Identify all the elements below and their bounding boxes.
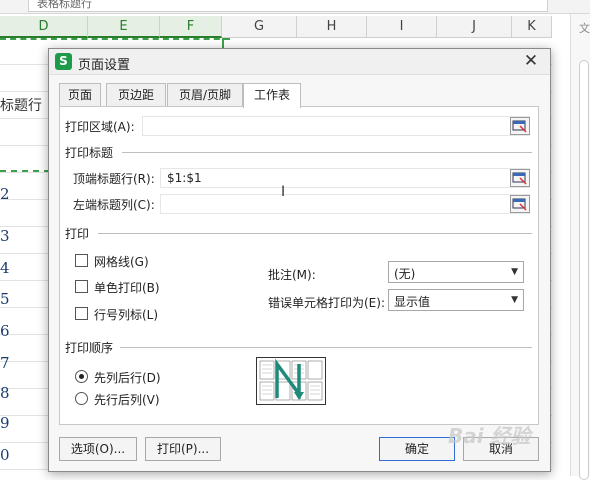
- row-number[interactable]: 4: [0, 259, 12, 277]
- print-title-border-top: [0, 38, 230, 40]
- cell-errors-select[interactable]: 显示值 ▼: [388, 289, 524, 311]
- chevron-down-icon: ▼: [511, 267, 518, 277]
- mono-print-checkbox[interactable]: [75, 280, 88, 293]
- text-cursor-icon: I: [281, 184, 286, 200]
- close-icon[interactable]: ✕: [522, 52, 540, 70]
- print-area-collapse-button[interactable]: [510, 117, 530, 135]
- row-number[interactable]: 6: [0, 322, 12, 340]
- cell-errors-value: 显示值: [394, 295, 431, 309]
- left-cols-collapse-button[interactable]: [510, 195, 530, 213]
- formula-bar: 表格标题行: [0, 0, 590, 14]
- row-number[interactable]: 0: [0, 446, 12, 464]
- row-number[interactable]: 5: [0, 290, 12, 308]
- cell-errors-label: 错误单元格打印为(E):: [268, 296, 385, 310]
- row-number[interactable]: 2: [0, 185, 12, 203]
- left-cols-label: 左端标题列(C):: [73, 198, 155, 212]
- page-order-preview-icon: [256, 357, 326, 405]
- task-pane-scrollbar[interactable]: [579, 60, 589, 480]
- row-number[interactable]: 9: [0, 414, 12, 432]
- page-order-section-label: 打印顺序: [65, 341, 114, 355]
- down-then-over-label: 先列后行(D): [94, 371, 161, 385]
- row-number[interactable]: 3: [0, 227, 12, 245]
- comments-select[interactable]: (无) ▼: [388, 261, 524, 283]
- tab-sheet[interactable]: 工作表: [243, 83, 301, 108]
- task-pane: 文: [570, 14, 590, 480]
- column-header-e[interactable]: E: [88, 16, 160, 38]
- tab-margins[interactable]: 页边距: [106, 83, 166, 107]
- divider: [98, 233, 532, 234]
- top-rows-collapse-button[interactable]: [510, 169, 530, 187]
- print-titles-section-label: 打印标题: [65, 146, 114, 160]
- range-select-icon: [512, 198, 527, 211]
- baidu-watermark: Bai 经验: [448, 424, 531, 448]
- column-header-d[interactable]: D: [0, 16, 88, 38]
- print-button[interactable]: 打印(P)...: [145, 437, 221, 461]
- left-cols-input[interactable]: [160, 194, 530, 214]
- print-section-label: 打印: [65, 227, 90, 241]
- range-select-icon: [512, 120, 527, 133]
- dialog-titlebar[interactable]: S 页面设置 ✕: [49, 49, 550, 75]
- gridlines-checkbox[interactable]: [75, 254, 88, 267]
- row-number[interactable]: 7: [0, 354, 12, 372]
- sheet-tab-panel: 打印区域(A): 打印标题 顶端标题行(R): $1:$1 左端标题列(C): …: [59, 106, 539, 425]
- row-col-headers-checkbox[interactable]: [75, 307, 88, 320]
- chevron-down-icon: ▼: [511, 295, 518, 305]
- over-then-down-radio[interactable]: [75, 392, 88, 405]
- range-select-icon: [512, 172, 527, 185]
- column-header-k[interactable]: K: [512, 16, 552, 38]
- down-then-over-radio[interactable]: [75, 370, 88, 383]
- print-title-border-bottom: [0, 170, 50, 172]
- page-setup-dialog: S 页面设置 ✕ 页面 页边距 页眉/页脚 工作表 打印区域(A): 打印标题 …: [48, 48, 551, 472]
- tab-header-footer[interactable]: 页眉/页脚: [167, 83, 243, 107]
- cell-title-text: 标题行: [0, 98, 42, 114]
- column-header-h[interactable]: H: [297, 16, 367, 38]
- column-header-i[interactable]: I: [367, 16, 437, 38]
- gridlines-label: 网格线(G): [94, 255, 149, 269]
- top-rows-input[interactable]: $1:$1: [160, 168, 530, 188]
- comments-label: 批注(M):: [268, 268, 316, 282]
- top-rows-value: $1:$1: [167, 171, 202, 185]
- formula-input[interactable]: 表格标题行: [28, 0, 548, 12]
- over-then-down-label: 先行后列(V): [94, 393, 160, 407]
- column-header-f[interactable]: F: [160, 16, 222, 38]
- column-header-g[interactable]: G: [222, 16, 297, 38]
- row-col-headers-label: 行号列标(L): [94, 308, 159, 322]
- wps-app-icon: S: [55, 53, 72, 70]
- top-rows-label: 顶端标题行(R):: [73, 172, 155, 186]
- mono-print-label: 单色打印(B): [94, 281, 160, 295]
- comments-value: (无): [394, 267, 416, 281]
- row-number[interactable]: 8: [0, 384, 12, 402]
- options-button[interactable]: 选项(O)...: [59, 437, 137, 461]
- tab-page[interactable]: 页面: [59, 83, 101, 107]
- column-header-j[interactable]: J: [437, 16, 512, 38]
- divider: [122, 152, 532, 153]
- divider: [120, 347, 532, 348]
- print-area-label: 打印区域(A):: [65, 120, 135, 134]
- print-area-input[interactable]: [142, 116, 530, 136]
- task-pane-label: 文: [579, 22, 590, 35]
- dialog-title: 页面设置: [78, 58, 131, 73]
- ok-button[interactable]: 确定: [379, 437, 455, 461]
